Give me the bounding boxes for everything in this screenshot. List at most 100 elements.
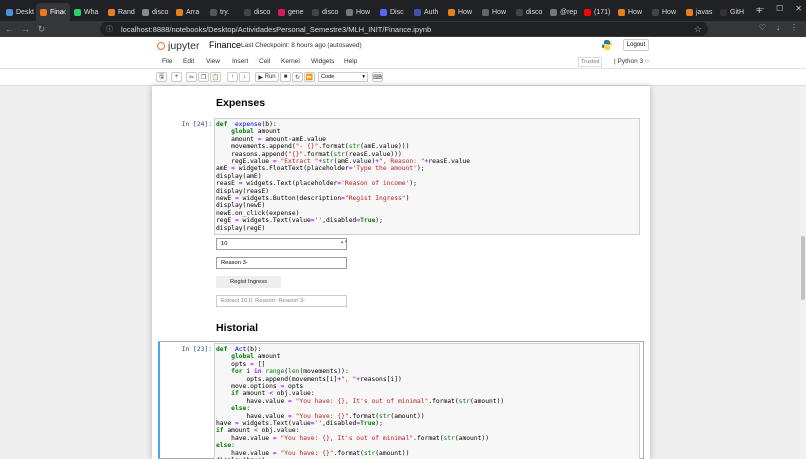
trusted-indicator[interactable]: Trusted [578,57,603,67]
browser-tab[interactable]: try. [206,3,240,21]
menu-kernel[interactable]: Kernel [281,58,300,65]
menu-view[interactable]: View [206,58,220,65]
save-to-pocket-icon[interactable]: ♡ [759,23,766,32]
code-token: "You have: {}, It's out of minimal" [295,397,429,405]
minimize-button[interactable]: — [756,4,764,13]
forward-icon[interactable]: → [19,24,32,34]
code-cell-expense[interactable]: def expense(b): global amount amount = a… [214,118,640,235]
site-info-icon[interactable]: ⓘ [106,24,113,34]
spinner-icon[interactable]: ▲▼ [340,240,348,248]
code-token: "{}" [288,150,304,158]
tab-favicon-icon [618,8,625,16]
code-token: widgets.Text(value [238,420,311,428]
code-token: display(amE) [216,172,262,180]
browser-tab[interactable]: Auth [410,3,444,21]
code-token: .format( [318,143,349,151]
browser-tab[interactable]: GitH [716,3,750,21]
paste-icon[interactable]: 📋 [210,72,221,82]
restart-run-all-icon[interactable]: ⏩ [304,72,315,82]
browser-tab[interactable]: How [614,3,648,21]
command-palette-icon[interactable]: ⌨ [372,72,383,82]
code-token: amount [238,390,270,398]
copy-icon[interactable]: ❐ [198,72,209,82]
code-token: ,disabled [322,217,357,225]
tab-label: How [356,8,371,16]
browser-tab[interactable]: Arra [172,3,206,21]
stop-icon[interactable]: ■ [280,72,291,82]
code-token: len [288,368,300,376]
browser-tab[interactable]: javas [682,3,716,21]
menu-file[interactable]: File [162,58,172,65]
notebook-toolbar: 🖫 + ✂ ❐ 📋 ↑ ↓ ▶ Run ■ ↻ ⏩ Code ▾ ⌨ [0,69,806,86]
amount-float-input[interactable]: 10 ▲▼ [216,238,348,250]
tab-favicon-icon [482,8,489,16]
browser-tab[interactable]: Disc [376,3,410,21]
restart-icon[interactable]: ↻ [292,72,303,82]
menu-icon[interactable]: ⋮ [790,23,798,32]
cell-type-select[interactable]: Code ▾ [318,72,368,82]
code-token: : [231,442,235,450]
menu-help[interactable]: Help [344,58,357,65]
close-tab-icon[interactable]: ✕ [60,8,67,17]
save-icon[interactable]: 🖫 [156,72,167,82]
reload-icon[interactable]: ↻ [35,24,48,35]
code-token: [] [253,360,266,368]
tab-favicon-icon [108,8,115,16]
maximize-button[interactable]: ☐ [776,4,783,13]
menu-edit[interactable]: Edit [183,58,194,65]
bookmark-star-icon[interactable]: ☆ [694,24,702,35]
browser-tab[interactable]: How [342,3,376,21]
download-icon[interactable]: ↓ [776,23,780,32]
browser-tab[interactable]: disco [308,3,342,21]
code-token: "You have: {}" [280,449,334,457]
move-up-icon[interactable]: ↑ [227,72,238,82]
browser-tab[interactable]: (171) [580,3,614,21]
browser-tab[interactable]: disco [240,3,274,21]
browser-tab[interactable]: How [648,3,682,21]
browser-tab[interactable]: disco [512,3,546,21]
code-token: for [231,368,243,376]
browser-tab[interactable]: disco [138,3,172,21]
code-token: if [216,427,224,435]
code-editor[interactable]: def Act(b): global amount opts = [] for … [215,346,639,459]
jupyter-logo[interactable]: jupyter [157,40,200,52]
logout-button[interactable]: Logout [623,39,649,51]
browser-tab[interactable]: How [444,3,478,21]
kernel-indicator: | Python 3 ○ [614,58,649,65]
browser-tab[interactable]: Deskt [2,3,36,21]
code-cell-act[interactable]: def Act(b): global amount opts = [] for … [214,343,640,459]
code-token: (amE.value) [333,158,376,166]
menu-insert[interactable]: Insert [232,58,248,65]
code-editor[interactable]: def expense(b): global amount amount = a… [215,121,639,232]
browser-tab[interactable]: Fina ✕ [36,3,70,21]
browser-tab[interactable]: Wha [70,3,104,21]
tab-favicon-icon [6,8,13,16]
notebook-name[interactable]: Finance [209,40,241,50]
code-token: widgets.FloatText(placeholder [234,165,349,173]
run-button[interactable]: ▶ Run [255,72,279,82]
browser-tab[interactable]: gene [274,3,308,21]
regist-ingress-button[interactable]: Regist Ingress [216,276,281,288]
cut-icon[interactable]: ✂ [186,72,197,82]
browser-toolbar: ← → ↻ ⓘ localhost:8888/notebooks/Desktop… [0,21,806,37]
tab-label: gene [288,8,304,16]
reason-text-input[interactable]: Reason 3- [216,257,347,269]
back-icon[interactable]: ← [3,24,16,34]
scrollbar-thumb[interactable] [801,236,805,300]
browser-tab[interactable]: Rand [104,3,138,21]
insert-cell-icon[interactable]: + [171,72,182,82]
code-token: str [363,449,376,457]
menu-widgets[interactable]: Widgets [311,58,334,65]
address-bar[interactable]: ⓘ localhost:8888/notebooks/Desktop/Activ… [100,22,708,36]
close-window-button[interactable]: ✕ [795,4,802,13]
browser-tab[interactable]: @rep [546,3,580,21]
tab-favicon-icon [516,8,523,16]
code-token: (amE.value))) [360,143,410,151]
code-token: str [333,150,345,158]
code-token: if [231,390,239,398]
move-down-icon[interactable]: ↓ [239,72,250,82]
menu-cell[interactable]: Cell [259,58,270,65]
browser-tab[interactable]: How [478,3,512,21]
